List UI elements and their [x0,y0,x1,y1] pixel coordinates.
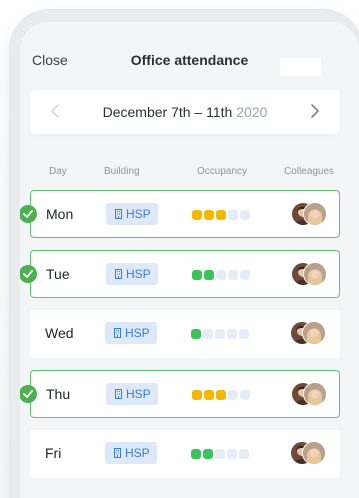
building-badge[interactable]: HSP [106,263,158,285]
occupancy-dot-filled [204,390,214,400]
occupancy-dot-empty [215,449,225,459]
day-row-thu[interactable]: Thu HSP [20,370,340,418]
building-name: HSP [125,326,150,340]
next-week-button[interactable] [306,103,322,119]
building-badge[interactable]: HSP [106,383,158,405]
occupancy-dot-empty [227,449,237,459]
colleague-avatar [302,441,326,465]
day-row-wed[interactable]: Wed HSP [30,310,340,358]
occupancy-dot-filled [192,270,202,280]
day-label: Wed [45,325,74,341]
column-header-occupancy: Occupancy [197,166,248,177]
occupancy-dot-empty [228,210,238,220]
building-icon [115,269,122,279]
occupancy-dot-filled [204,210,214,220]
occupancy-dot-filled [191,329,201,339]
building-icon [115,389,122,399]
occupancy-dot-empty [240,270,250,280]
occupancy-dot-filled [203,449,213,459]
building-name: HSP [125,446,150,460]
modal-header: Close Office attendance [20,22,359,82]
day-row-mon[interactable]: Mon HSP [20,190,340,238]
week-range: December 7th – 11th 2020 [30,104,340,120]
day-label: Tue [46,266,70,282]
week-range-year: 2020 [236,104,268,120]
occupancy-dot-empty [216,270,226,280]
occupancy-dot-empty [239,329,249,339]
colleagues-avatars[interactable] [291,202,331,226]
building-icon [114,448,121,458]
building-icon [114,328,121,338]
day-label: Fri [45,445,62,461]
selected-check-icon [20,385,37,403]
week-range-dates: December 7th – 11th [102,104,233,120]
building-badge[interactable]: HSP [105,322,157,344]
app-stage: Close Office attendance December 7th – 1… [0,0,359,498]
occupancy-dot-filled [191,449,201,459]
occupancy-dot-filled [192,390,202,400]
day-row-tue[interactable]: Tue HSP [20,250,340,298]
building-badge[interactable]: HSP [105,442,157,464]
occupancy-dot-empty [228,270,238,280]
day-row-fri[interactable]: Fri HSP [30,430,340,478]
chevron-right-icon [311,104,319,118]
building-name: HSP [126,267,151,281]
occupancy-dot-empty [240,390,250,400]
day-label: Thu [46,386,71,402]
selected-check-icon [20,205,37,223]
occupancy-dot-empty [215,329,225,339]
occupancy-dot-empty [240,210,250,220]
colleagues-avatars[interactable] [290,441,330,465]
occupancy-dot-filled [192,210,202,220]
colleague-avatar [303,262,327,286]
building-icon [115,209,122,219]
table-header: Day Building Occupancy Colleagues [20,166,359,182]
building-name: HSP [126,387,151,401]
colleague-avatar [302,321,326,345]
header-action-placeholder [280,58,321,76]
occupancy-dot-filled [216,390,226,400]
occupancy-dot-filled [204,270,214,280]
occupancy-dot-filled [216,210,226,220]
week-selector: December 7th – 11th 2020 [30,90,340,134]
colleague-avatar [303,202,327,226]
app-screen: Close Office attendance December 7th – 1… [20,22,359,498]
day-label: Mon [46,206,74,222]
colleagues-avatars[interactable] [290,321,330,345]
colleague-avatar [303,382,327,406]
occupancy-dot-empty [228,390,238,400]
building-name: HSP [126,207,151,221]
occupancy-dot-empty [203,329,213,339]
occupancy-dot-empty [227,329,237,339]
column-header-colleagues: Colleagues [284,166,335,177]
column-header-day: Day [49,166,67,177]
colleagues-avatars[interactable] [291,382,331,406]
column-header-building: Building [104,166,140,177]
occupancy-dot-empty [239,449,249,459]
colleagues-avatars[interactable] [291,262,331,286]
selected-check-icon [20,265,37,283]
building-badge[interactable]: HSP [106,203,158,225]
